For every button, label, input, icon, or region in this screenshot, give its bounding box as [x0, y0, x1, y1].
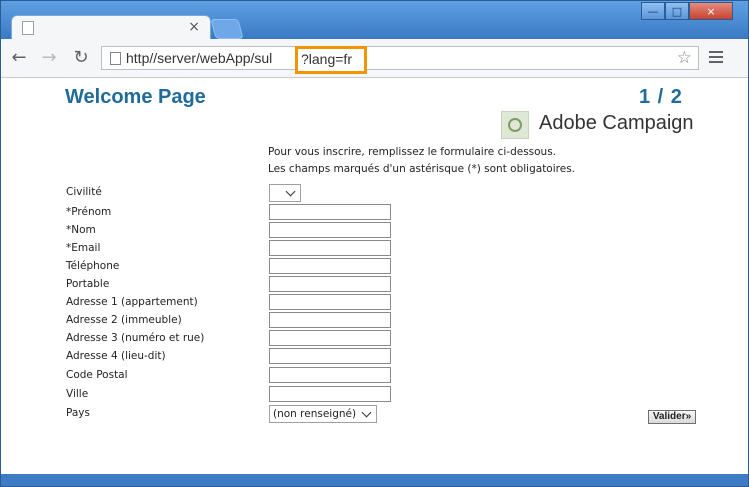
adresse-3-input[interactable]: [269, 330, 391, 346]
field-label-nom: *Nom: [66, 224, 96, 236]
field-label-telephone: Téléphone: [66, 260, 120, 272]
field-label-adresse-4: Adresse 4 (lieu-dit): [66, 350, 166, 362]
pays-selected-value: (non renseigné): [273, 408, 357, 420]
title-bar: × — □ ×: [1, 1, 748, 40]
url-text-container: http//server/webApp/sul: [126, 47, 296, 69]
reload-icon[interactable]: ↻: [71, 48, 91, 68]
star-icon[interactable]: ☆: [677, 48, 692, 68]
page-content: Welcome Page 1 / 2 Adobe Campaign Pour v…: [1, 78, 748, 474]
field-label-adresse-1: Adresse 1 (appartement): [66, 296, 198, 308]
step-indicator: 1 / 2: [639, 86, 683, 108]
window-bottom-border: [1, 474, 748, 486]
civilite-select[interactable]: [269, 184, 301, 202]
ville-input[interactable]: [269, 386, 391, 402]
maximize-button[interactable]: □: [665, 2, 689, 20]
chevron-down-icon: [285, 186, 296, 197]
field-label-adresse-2: Adresse 2 (immeuble): [66, 314, 182, 326]
field-label-ville: Ville: [66, 388, 89, 400]
field-label-pays: Pays: [66, 407, 90, 419]
portable-input[interactable]: [269, 276, 391, 292]
page-icon: [22, 21, 34, 35]
form-intro: Pour vous inscrire, remplissez le formul…: [268, 144, 575, 178]
back-arrow-icon[interactable]: ←: [9, 48, 29, 68]
hamburger-menu-icon[interactable]: [709, 49, 723, 65]
email-input[interactable]: [269, 240, 391, 256]
url-text: http//server/webApp/sul: [126, 50, 273, 66]
valider-button[interactable]: Valider»: [648, 410, 696, 424]
page-icon: [110, 52, 121, 65]
code-postal-input[interactable]: [269, 367, 391, 383]
browser-toolbar: ← → ↻ http//server/webApp/sul ☆: [1, 39, 748, 78]
address-bar[interactable]: http//server/webApp/sul ☆: [101, 46, 699, 70]
browser-window: × — □ × ← → ↻ http//server/webApp/sul ☆ …: [0, 0, 749, 487]
adresse-2-input[interactable]: [269, 312, 391, 328]
pays-select[interactable]: (non renseigné): [269, 405, 377, 423]
prenom-input[interactable]: [269, 204, 391, 220]
field-label-portable: Portable: [66, 278, 110, 290]
browser-tab[interactable]: ×: [11, 15, 211, 40]
url-lang-parameter: ?lang=fr: [301, 51, 352, 67]
adresse-4-input[interactable]: [269, 348, 391, 364]
field-label-civilite: Civilité: [66, 186, 102, 198]
nom-input[interactable]: [269, 222, 391, 238]
adobe-campaign-logo-icon: [501, 111, 529, 139]
field-label-adresse-3: Adresse 3 (numéro et rue): [66, 332, 205, 344]
field-label-code-postal: Code Postal: [66, 369, 128, 381]
lang-parameter-highlight: ?lang=fr: [295, 46, 367, 74]
field-label-email: *Email: [66, 242, 101, 254]
intro-line-1: Pour vous inscrire, remplissez le formul…: [268, 146, 557, 158]
page-title: Welcome Page: [65, 86, 206, 108]
brand-name: Adobe Campaign: [539, 112, 694, 134]
forward-arrow-icon[interactable]: →: [39, 48, 59, 68]
telephone-input[interactable]: [269, 258, 391, 274]
adresse-1-input[interactable]: [269, 294, 391, 310]
field-label-prenom: *Prénom: [66, 206, 112, 218]
new-tab-button[interactable]: [210, 19, 244, 39]
close-tab-icon[interactable]: ×: [188, 19, 200, 35]
intro-line-2: Les champs marqués d'un astérisque (*) s…: [268, 163, 576, 175]
window-close-button[interactable]: ×: [689, 2, 733, 20]
minimize-button[interactable]: —: [641, 2, 665, 20]
chevron-down-icon: [361, 407, 372, 418]
